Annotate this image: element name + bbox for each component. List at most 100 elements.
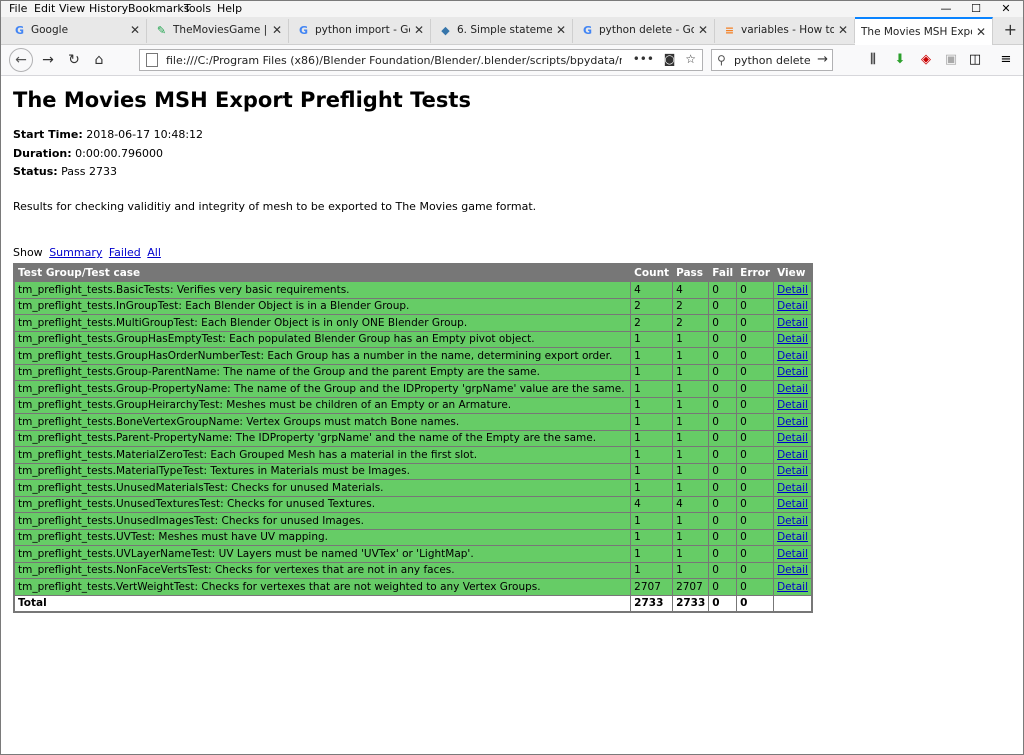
forward-icon[interactable]: → (39, 51, 57, 69)
detail-link[interactable]: Detail (777, 531, 808, 543)
view-cell: Detail (773, 281, 813, 299)
error-cell: 0 (736, 512, 775, 530)
menu-view[interactable]: View (59, 2, 85, 15)
tab-google[interactable]: G Google ✕ (5, 19, 147, 43)
detail-link[interactable]: Detail (777, 482, 808, 494)
menu-edit[interactable]: Edit (34, 2, 55, 15)
detail-link[interactable]: Detail (777, 399, 808, 411)
error-cell: 0 (736, 446, 775, 464)
close-tab-icon[interactable]: ✕ (272, 23, 282, 37)
view-cell: Detail (773, 512, 813, 530)
test-case-cell: tm_preflight_tests.Group-PropertyName: T… (13, 380, 632, 398)
table-row: tm_preflight_tests.BoneVertexGroupName: … (13, 413, 813, 431)
fail-cell: 0 (708, 495, 738, 513)
menu-tools[interactable]: Tools (184, 2, 211, 15)
tab-movies-msh-export[interactable]: The Movies MSH Export Pr ✕ (855, 17, 993, 45)
table-row: tm_preflight_tests.BasicTests: Verifies … (13, 281, 813, 299)
detail-link[interactable]: Detail (777, 350, 808, 362)
detail-link[interactable]: Detail (777, 300, 808, 312)
menu-icon[interactable]: ≡ (997, 51, 1015, 69)
tab-simple-statements[interactable]: ◆ 6. Simple statements ✕ (431, 19, 573, 43)
back-icon[interactable]: ← (9, 48, 33, 72)
fail-cell: 0 (708, 314, 738, 332)
ublock-icon[interactable]: ◈ (917, 51, 935, 69)
detail-link[interactable]: Detail (777, 333, 808, 345)
close-window-icon[interactable]: ✕ (991, 2, 1021, 18)
url-text[interactable]: file:///C:/Program Files (x86)/Blender F… (166, 54, 622, 67)
error-cell: 0 (736, 330, 775, 348)
detail-link[interactable]: Detail (777, 366, 808, 378)
detail-link[interactable]: Detail (777, 581, 808, 593)
status-line: Status: Pass 2733 (13, 165, 117, 178)
test-case-cell: tm_preflight_tests.UVTest: Meshes must h… (13, 528, 632, 546)
search-go-icon[interactable]: → (817, 52, 828, 67)
view-cell: Detail (773, 479, 813, 497)
error-cell: 0 (736, 429, 775, 447)
tab-python-delete[interactable]: G python delete - Googl ✕ (573, 19, 715, 43)
reload-icon[interactable]: ↻ (65, 51, 83, 69)
menu-bookmarks[interactable]: Bookmarks (128, 2, 189, 15)
new-tab-icon[interactable]: + (1004, 22, 1017, 38)
view-cell: Detail (773, 363, 813, 381)
detail-link[interactable]: Detail (777, 465, 808, 477)
close-tab-icon[interactable]: ✕ (556, 23, 566, 37)
detail-link[interactable]: Detail (777, 449, 808, 461)
more-actions-icon[interactable]: ••• (633, 52, 654, 66)
detail-link[interactable]: Detail (777, 383, 808, 395)
sidebar-icon[interactable]: ◫ (966, 51, 984, 69)
library-icon[interactable]: ⫼ (864, 51, 882, 69)
count-cell: 1 (630, 479, 674, 497)
tab-variables[interactable]: ≡ variables - How to del ✕ (715, 19, 855, 43)
home-icon[interactable]: ⌂ (90, 51, 108, 69)
close-tab-icon[interactable]: ✕ (838, 23, 848, 37)
minimize-icon[interactable]: — (931, 2, 961, 18)
fail-cell: 0 (708, 297, 738, 315)
tab-python-import[interactable]: G python import - Goog ✕ (289, 19, 431, 43)
show-filter: Show Summary Failed All (13, 246, 161, 259)
all-link[interactable]: All (147, 246, 161, 259)
test-case-cell: tm_preflight_tests.InGroupTest: Each Ble… (13, 297, 632, 315)
table-row: tm_preflight_tests.GroupHeirarchyTest: M… (13, 396, 813, 414)
detail-link[interactable]: Detail (777, 548, 808, 560)
table-row: tm_preflight_tests.NonFaceVertsTest: Che… (13, 561, 813, 579)
google-icon: G (14, 24, 25, 37)
search-bar[interactable]: ⚲ python delete → (711, 49, 833, 71)
menu-history[interactable]: History (89, 2, 128, 15)
summary-link[interactable]: Summary (49, 246, 102, 259)
pocket-icon[interactable]: ◙ (664, 52, 676, 66)
close-tab-icon[interactable]: ✕ (414, 23, 424, 37)
fail-cell: 0 (708, 479, 738, 497)
pass-cell: 1 (672, 479, 710, 497)
pass-cell: 1 (672, 380, 710, 398)
pass-cell: 4 (672, 281, 710, 299)
test-case-cell: tm_preflight_tests.VertWeightTest: Check… (13, 578, 632, 596)
detail-link[interactable]: Detail (777, 564, 808, 576)
tab-themoviesgame[interactable]: ✎ TheMoviesGame | Dev ✕ (147, 19, 289, 43)
error-cell: 0 (736, 462, 775, 480)
view-cell: Detail (773, 347, 813, 365)
extension-icon[interactable]: ▣ (942, 51, 960, 69)
search-input[interactable]: python delete (734, 54, 811, 67)
fail-cell: 0 (708, 363, 738, 381)
close-tab-icon[interactable]: ✕ (976, 25, 986, 39)
show-label: Show (13, 246, 43, 259)
menu-file[interactable]: File (9, 2, 27, 15)
detail-link[interactable]: Detail (777, 498, 808, 510)
bookmark-star-icon[interactable]: ☆ (685, 52, 696, 66)
detail-link[interactable]: Detail (777, 515, 808, 527)
url-bar[interactable]: file:///C:/Program Files (x86)/Blender F… (139, 49, 703, 71)
close-tab-icon[interactable]: ✕ (130, 23, 140, 37)
detail-link[interactable]: Detail (777, 432, 808, 444)
failed-link[interactable]: Failed (109, 246, 141, 259)
table-row: tm_preflight_tests.InGroupTest: Each Ble… (13, 297, 813, 315)
detail-link[interactable]: Detail (777, 317, 808, 329)
total-label: Total (13, 594, 632, 613)
maximize-icon[interactable]: ☐ (961, 2, 991, 18)
pass-cell: 1 (672, 413, 710, 431)
fail-cell: 0 (708, 396, 738, 414)
menu-help[interactable]: Help (217, 2, 242, 15)
close-tab-icon[interactable]: ✕ (698, 23, 708, 37)
detail-link[interactable]: Detail (777, 284, 808, 296)
detail-link[interactable]: Detail (777, 416, 808, 428)
download-icon[interactable]: ⬇ (891, 51, 909, 69)
